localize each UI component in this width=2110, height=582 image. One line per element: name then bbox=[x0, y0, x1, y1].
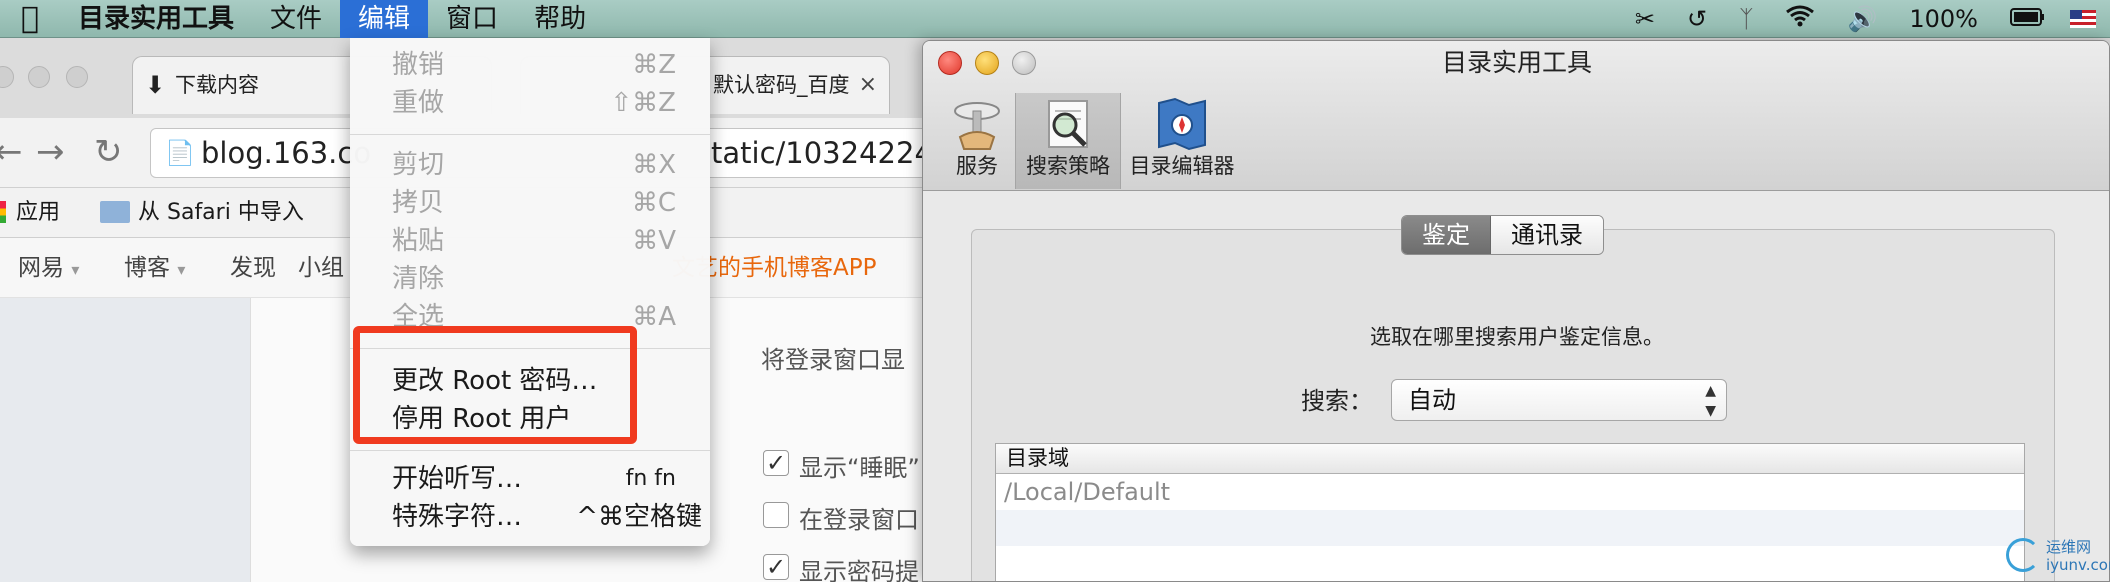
time-machine-icon[interactable]: ↺ bbox=[1671, 5, 1723, 33]
us-flag-icon[interactable] bbox=[2070, 10, 2096, 28]
menu-item-redo[interactable]: 重做 ⇧⌘Z bbox=[350, 84, 710, 122]
volume-icon[interactable]: 🔊 bbox=[1831, 5, 1893, 33]
toolbar-directory-editor-button[interactable]: 目录编辑器 bbox=[1123, 93, 1241, 189]
password-hint-checkbox[interactable]: ✓ bbox=[763, 554, 789, 580]
table-header[interactable]: 目录域 bbox=[996, 444, 2024, 474]
menu-help[interactable]: 帮助 bbox=[516, 0, 604, 38]
nav-netease[interactable]: 网易 ▾ bbox=[18, 238, 79, 300]
menu-item-start-dictation[interactable]: 开始听写… fn fn bbox=[350, 460, 710, 498]
bluetooth-icon[interactable]: ᛉ bbox=[1723, 5, 1769, 33]
menu-file[interactable]: 文件 bbox=[252, 0, 340, 38]
segment-contacts[interactable]: 通讯录 bbox=[1491, 216, 1603, 254]
watermark-logo: 运维网 iyunv.com bbox=[2000, 532, 2110, 582]
directory-editor-icon bbox=[1158, 97, 1206, 151]
search-select-value: 自动 bbox=[1408, 386, 1456, 414]
minimize-button-dim[interactable] bbox=[28, 66, 50, 88]
reload-icon[interactable]: ↻ bbox=[94, 132, 123, 172]
services-icon bbox=[954, 102, 1000, 150]
hint-text: 选取在哪里搜索用户鉴定信息。 bbox=[1370, 325, 1664, 349]
folder-icon bbox=[100, 201, 130, 223]
wifi-icon[interactable] bbox=[1769, 5, 1831, 33]
menu-app-name[interactable]: 目录实用工具 bbox=[60, 0, 252, 38]
setting-in-login-window-text: 在登录窗口 bbox=[799, 506, 919, 534]
menu-edit[interactable]: 编辑 bbox=[340, 0, 429, 38]
menu-item-cut[interactable]: 剪切 ⌘X bbox=[350, 146, 710, 184]
url-text-tail: tatic/10324224 bbox=[711, 136, 933, 170]
zoom-button-dim[interactable] bbox=[66, 66, 88, 88]
search-popup-button[interactable]: 自动 ▲ ▼ bbox=[1391, 379, 1727, 421]
battery-icon[interactable] bbox=[1994, 5, 2062, 33]
forward-arrow-icon[interactable]: → bbox=[36, 132, 65, 172]
setting-login-window-text: 将登录窗口显 bbox=[761, 346, 905, 374]
menu-item-clear[interactable]: 清除 bbox=[350, 260, 710, 298]
nav-blog[interactable]: 博客 ▾ bbox=[124, 238, 185, 300]
directory-domain-table[interactable]: 目录域 /Local/Default bbox=[995, 443, 2025, 581]
nav-group[interactable]: 小组 bbox=[298, 238, 344, 298]
scissors-icon[interactable]: ✂ bbox=[1619, 5, 1671, 33]
updown-arrows-icon: ▲ ▼ bbox=[1705, 383, 1716, 419]
download-icon: ⬇ bbox=[145, 71, 166, 99]
show-sleep-checkbox[interactable]: ✓ bbox=[763, 450, 789, 476]
close-button[interactable] bbox=[938, 51, 962, 75]
close-icon[interactable]: × bbox=[859, 57, 877, 113]
table-row-empty bbox=[996, 510, 2024, 546]
minimize-button[interactable] bbox=[975, 51, 999, 75]
watermark-ring-icon bbox=[2006, 538, 2040, 572]
url-text: blog.163.co bbox=[201, 136, 372, 170]
window-content: 鉴定 通讯录 选取在哪里搜索用户鉴定信息。 搜索： 自动 ▲ ▼ 目录域 /Loc… bbox=[923, 191, 2109, 581]
window-title: 目录实用工具 bbox=[1441, 48, 1592, 77]
window-titlebar: 目录实用工具 服务 搜索策略 目录编辑器 bbox=[923, 41, 2109, 191]
nav-discover[interactable]: 发现 bbox=[230, 238, 276, 298]
battery-percent[interactable]: 100% bbox=[1893, 5, 1994, 33]
edit-menu-dropdown: 撤销 ⌘Z 重做 ⇧⌘Z 剪切 ⌘X 拷贝 ⌘C 粘贴 ⌘V 清除 全选 ⌘A 更改 Roo… bbox=[350, 38, 710, 546]
setting-password-hint-text: 显示密码提 bbox=[799, 558, 919, 582]
directory-utility-window: 目录实用工具 服务 搜索策略 目录编辑器 鉴定 通讯录 选取在哪里搜索用户鉴定信… bbox=[922, 40, 2110, 582]
menu-window[interactable]: 窗口 bbox=[428, 0, 516, 38]
table-row-empty bbox=[996, 546, 2024, 581]
zoom-button[interactable] bbox=[1012, 51, 1036, 75]
apps-icon bbox=[0, 201, 6, 223]
bookmark-safari-import[interactable]: 从 Safari 中导入 bbox=[100, 188, 304, 238]
search-policy-icon bbox=[1048, 100, 1088, 148]
menu-item-copy[interactable]: 拷贝 ⌘C bbox=[350, 184, 710, 222]
segment-authentication[interactable]: 鉴定 bbox=[1402, 216, 1491, 254]
menu-bar:  目录实用工具 文件 编辑 窗口 帮助 ✂ ↺ ᛉ 🔊 100% bbox=[0, 0, 2110, 38]
toolbar-services-button[interactable]: 服务 bbox=[941, 93, 1013, 189]
table-row[interactable]: /Local/Default bbox=[996, 474, 2024, 510]
menu-item-paste[interactable]: 粘贴 ⌘V bbox=[350, 222, 710, 260]
menu-separator bbox=[350, 450, 710, 451]
tab-label: 下载内容 bbox=[175, 73, 259, 97]
close-button-dim[interactable] bbox=[0, 66, 14, 88]
login-window-checkbox[interactable] bbox=[763, 502, 789, 528]
segmented-control: 鉴定 通讯录 bbox=[1401, 215, 1604, 255]
bookmark-apps[interactable]: 应用 bbox=[0, 188, 60, 238]
tab-label: 默认密码_百度 bbox=[713, 73, 850, 97]
search-label: 搜索： bbox=[1301, 387, 1373, 415]
page-icon: 📄 bbox=[165, 139, 195, 167]
setting-show-sleep-text: 显示“睡眠” bbox=[799, 454, 920, 482]
red-highlight-box bbox=[353, 326, 637, 444]
menu-separator bbox=[350, 134, 710, 135]
left-pane bbox=[0, 298, 250, 582]
back-arrow-icon[interactable]: ← bbox=[0, 132, 23, 172]
menu-item-special-characters[interactable]: 特殊字符… ^⌘空格键 bbox=[350, 498, 710, 536]
toolbar-search-policy-button[interactable]: 搜索策略 bbox=[1015, 93, 1121, 189]
apple-icon[interactable]:  bbox=[0, 1, 60, 36]
menu-item-undo[interactable]: 撤销 ⌘Z bbox=[350, 46, 710, 84]
